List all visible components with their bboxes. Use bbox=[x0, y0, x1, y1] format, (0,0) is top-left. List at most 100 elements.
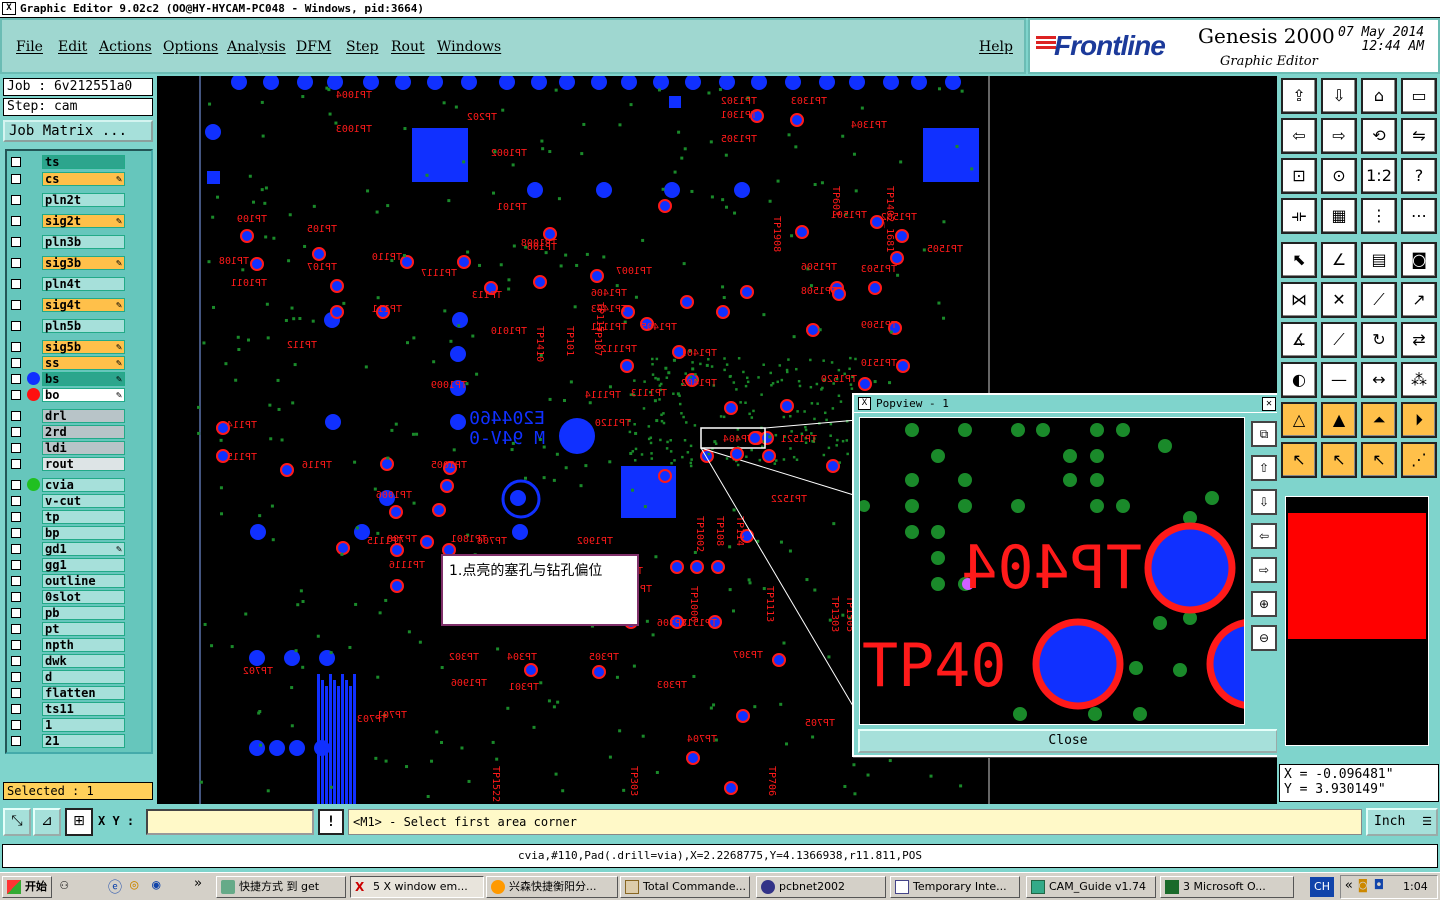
layer-row-ts[interactable]: ts bbox=[7, 155, 127, 169]
layer-row-pln2t[interactable]: pln2t bbox=[7, 193, 127, 207]
layer-visibility-checkbox[interactable] bbox=[11, 624, 21, 634]
menu-options[interactable]: Options bbox=[163, 39, 218, 55]
layer-row-npth[interactable]: npth bbox=[7, 638, 127, 652]
task-temporary[interactable]: Temporary Inte... bbox=[890, 876, 1020, 898]
layer-name[interactable]: 21 bbox=[42, 734, 125, 748]
layer-visibility-checkbox[interactable] bbox=[11, 672, 21, 682]
menu-step[interactable]: Step bbox=[346, 39, 378, 55]
ie-icon[interactable]: ⓔ bbox=[108, 877, 122, 897]
layer-row-1[interactable]: 1 bbox=[7, 718, 127, 732]
layer-visibility-checkbox[interactable] bbox=[11, 279, 21, 289]
window-icon[interactable]: ▭ bbox=[1401, 78, 1437, 114]
menu-actions[interactable]: Actions bbox=[99, 39, 152, 55]
menu-rout[interactable]: Rout bbox=[391, 39, 425, 55]
layer-name[interactable]: 0slot bbox=[42, 590, 125, 604]
outlook-icon[interactable]: ◎ bbox=[130, 877, 138, 893]
pointer-icon[interactable]: ↖ bbox=[1281, 442, 1317, 478]
layer-row-drl[interactable]: drl bbox=[7, 409, 127, 423]
layer-row-pt[interactable]: pt bbox=[7, 622, 127, 636]
pan-right-icon[interactable]: ⇨ bbox=[1321, 118, 1357, 154]
layer-row-bo[interactable]: bo ✎ bbox=[7, 388, 127, 402]
layer-name[interactable]: pt bbox=[42, 622, 125, 636]
layer-row-cvia[interactable]: cvia bbox=[7, 478, 127, 492]
layer-row-rout[interactable]: rout bbox=[7, 457, 127, 471]
language-indicator[interactable]: CH bbox=[1310, 877, 1334, 897]
pointer2-icon[interactable]: ↖ bbox=[1321, 442, 1357, 478]
layer-name[interactable]: flatten bbox=[42, 686, 125, 700]
home-icon[interactable]: ⌂ bbox=[1361, 78, 1397, 114]
layer-visibility-checkbox[interactable] bbox=[11, 496, 21, 506]
zoom-fit-icon[interactable]: ⊡ bbox=[1281, 158, 1317, 194]
tray-expand-icon[interactable]: « bbox=[1345, 878, 1353, 893]
layer-row-sig3b[interactable]: sig3b ✎ bbox=[7, 256, 127, 270]
layer-row-ss[interactable]: ss ✎ bbox=[7, 356, 127, 370]
layer-name[interactable]: pln4t bbox=[42, 277, 125, 291]
start-button[interactable]: 开始 bbox=[2, 876, 52, 898]
layer-name[interactable]: pln3b bbox=[42, 235, 125, 249]
layer-visibility-checkbox[interactable] bbox=[11, 592, 21, 602]
layer-row-sig2t[interactable]: sig2t ✎ bbox=[7, 214, 127, 228]
layer-visibility-checkbox[interactable] bbox=[11, 736, 21, 746]
slope-icon[interactable]: ⟋ bbox=[1321, 322, 1357, 358]
alert-icon[interactable]: ! bbox=[318, 809, 344, 835]
layer-visibility-checkbox[interactable] bbox=[11, 576, 21, 586]
home-up-icon[interactable]: ⇪ bbox=[1281, 78, 1317, 114]
popview-zoom-fit-icon[interactable]: ⧉ bbox=[1251, 421, 1277, 447]
tray-network-icon[interactable]: ◘ bbox=[1375, 878, 1383, 893]
layer-name[interactable]: outline bbox=[42, 574, 125, 588]
layer-visibility-checkbox[interactable] bbox=[11, 528, 21, 538]
layer-visibility-checkbox[interactable] bbox=[11, 237, 21, 247]
layer-visibility-checkbox[interactable] bbox=[11, 704, 21, 714]
layer-visibility-checkbox[interactable] bbox=[11, 640, 21, 650]
snap-off-icon[interactable]: ⋯ bbox=[1401, 198, 1437, 234]
layer-name[interactable]: rout bbox=[42, 457, 125, 471]
layer-visibility-checkbox[interactable] bbox=[11, 195, 21, 205]
layer-visibility-checkbox[interactable] bbox=[11, 390, 21, 400]
layer-row-outline[interactable]: outline bbox=[7, 574, 127, 588]
xy-input[interactable] bbox=[146, 809, 314, 835]
layer-name[interactable]: cs ✎ bbox=[42, 172, 125, 186]
cross-icon[interactable]: ✕ bbox=[1321, 282, 1357, 318]
pan-left-icon[interactable]: ⇦ bbox=[1281, 118, 1317, 154]
range-icon[interactable]: ↔ bbox=[1361, 362, 1397, 398]
layer-visibility-checkbox[interactable] bbox=[11, 560, 21, 570]
layer-row-pb[interactable]: pb bbox=[7, 606, 127, 620]
measure-icon[interactable]: ⟛ bbox=[1281, 198, 1317, 234]
browser-icon[interactable]: ◉ bbox=[152, 877, 160, 893]
layer-name[interactable]: sig5b ✎ bbox=[42, 340, 125, 354]
task-shortcut[interactable]: 快捷方式 到 get bbox=[216, 876, 346, 898]
layer-visibility-checkbox[interactable] bbox=[11, 411, 21, 421]
dash-icon[interactable]: — bbox=[1321, 362, 1357, 398]
rotate-icon[interactable]: ⟲ bbox=[1361, 118, 1397, 154]
layer-name[interactable]: 1 bbox=[42, 718, 125, 732]
layer-name[interactable]: dwk bbox=[42, 654, 125, 668]
layer-name[interactable]: drl bbox=[42, 409, 125, 423]
layer-name[interactable]: sig3b ✎ bbox=[42, 256, 125, 270]
pick-icon[interactable]: ◐ bbox=[1281, 362, 1317, 398]
draw-line-icon[interactable]: ∠ bbox=[1321, 242, 1357, 278]
layer-name[interactable]: npth bbox=[42, 638, 125, 652]
menu-edit[interactable]: Edit bbox=[58, 39, 87, 55]
layer-visibility-checkbox[interactable] bbox=[11, 300, 21, 310]
task-xwindow[interactable]: X 5 X window em... bbox=[350, 876, 484, 898]
popview-zoom-in-icon[interactable]: ⊕ bbox=[1251, 591, 1277, 617]
layer-name[interactable]: d bbox=[42, 670, 125, 684]
help-icon[interactable]: ? bbox=[1401, 158, 1437, 194]
popview-canvas[interactable]: TP404 TP40 bbox=[859, 417, 1245, 725]
pad-icon[interactable]: ◙ bbox=[1401, 242, 1437, 278]
layer-name[interactable]: ts11 bbox=[42, 702, 125, 716]
layer-visibility-checkbox[interactable] bbox=[11, 459, 21, 469]
grid-snap-icon[interactable]: ⊞ bbox=[65, 808, 93, 836]
layer-row-sig4t[interactable]: sig4t ✎ bbox=[7, 298, 127, 312]
zoom-one-icon[interactable]: 1:2 bbox=[1361, 158, 1397, 194]
layer-name[interactable]: 2rd bbox=[42, 425, 125, 439]
layer-row-flatten[interactable]: flatten bbox=[7, 686, 127, 700]
layer-visibility-checkbox[interactable] bbox=[11, 544, 21, 554]
select-point-icon[interactable]: ⬉ bbox=[1281, 242, 1317, 278]
overview-map[interactable] bbox=[1285, 496, 1429, 746]
layer-row-ldi[interactable]: ldi bbox=[7, 441, 127, 455]
layer-name[interactable]: sig4t ✎ bbox=[42, 298, 125, 312]
menu-help[interactable]: Help bbox=[979, 39, 1013, 55]
triangle-icon[interactable]: △ bbox=[1281, 402, 1317, 438]
layer-row-gd1[interactable]: gd1 ✎ bbox=[7, 542, 127, 556]
